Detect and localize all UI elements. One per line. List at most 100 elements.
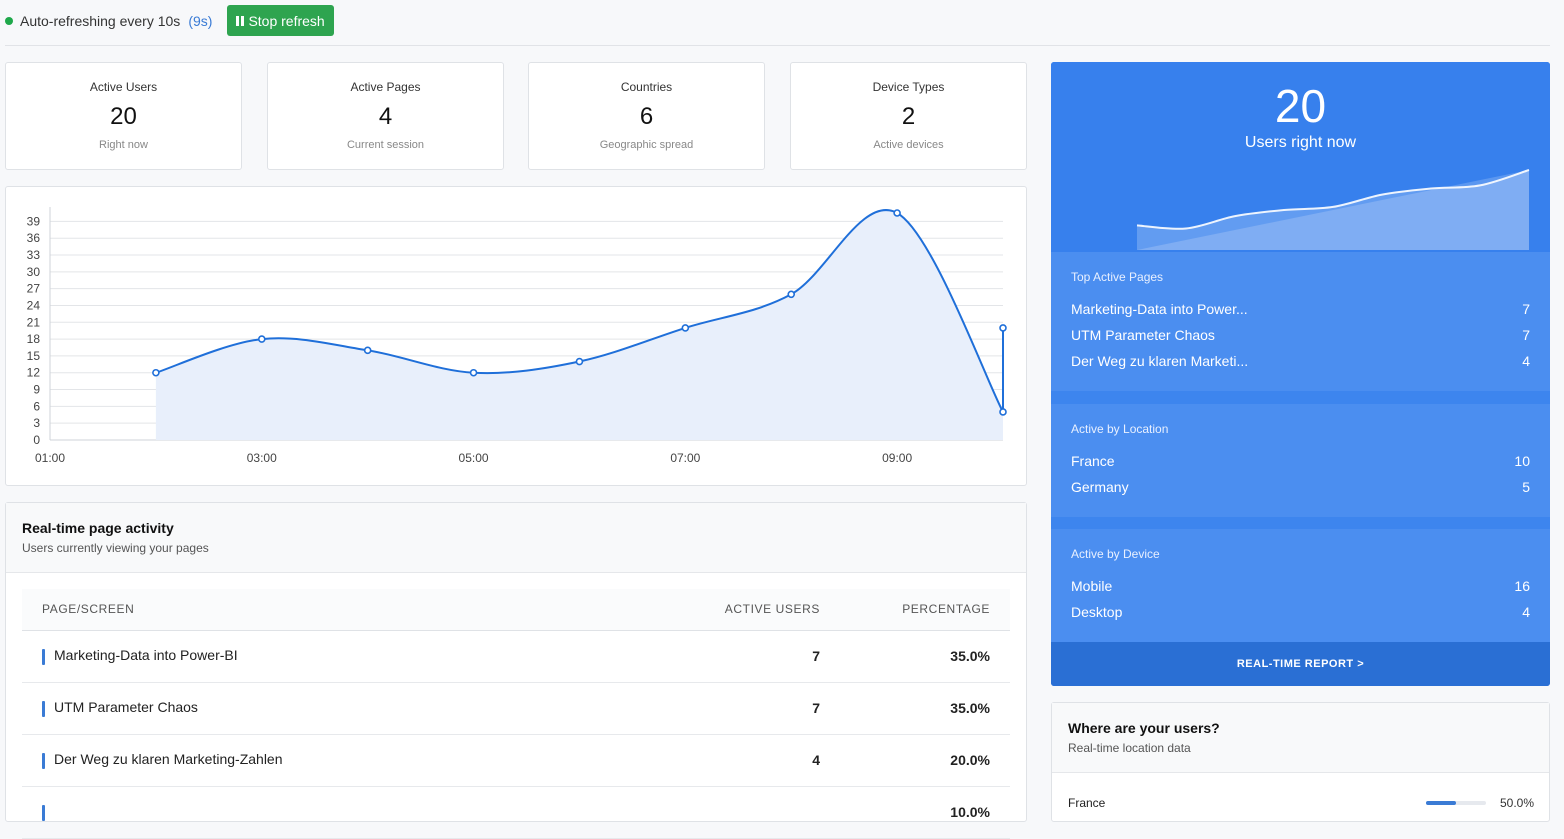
top-page-value: 4 [1522,353,1530,369]
data-point [363,346,372,355]
table-row[interactable]: 10.0% [22,786,1010,839]
realtime-user-count: 20 [1274,80,1327,132]
device-name: Desktop [1071,604,1123,620]
device-row[interactable]: Desktop 4 [1071,604,1530,630]
device-name: Mobile [1071,578,1113,594]
device-value: 4 [1522,604,1530,620]
realtime-panel: 20 Users right now Top Active Pages Mark… [1051,62,1550,686]
top-page-value: 7 [1522,301,1530,317]
percentage-cell: 10.0% [820,786,1010,839]
y-tick-label: 36 [27,231,41,245]
y-tick-label: 39 [27,214,41,228]
stat-sub: Current session [346,139,425,151]
stat-value: 20 [110,103,137,130]
active-by-location-section: Active by Location France 10 Germany 5 [1051,404,1550,517]
stat-value: 6 [639,103,654,130]
stat-label: Countries [620,80,673,94]
page-name: Der Weg zu klaren Marketing-Zahlen [54,751,283,768]
data-point [999,408,1007,416]
user-locations-header: Where are your users? Real-time location… [1052,703,1549,773]
top-page-name: Der Weg zu klaren Marketi... [1071,353,1249,369]
pause-icon [236,15,245,26]
active-users-cell: 7 [620,630,820,683]
user-locations-subtitle: Real-time location data [1068,741,1191,755]
percentage-cell: 35.0% [820,630,1010,683]
x-tick-label: 07:00 [670,451,700,465]
top-active-pages-title: Top Active Pages [1071,270,1164,284]
location-value: 5 [1522,479,1530,495]
x-tick-label: 01:00 [35,451,65,465]
column-header-active-users[interactable]: ACTIVE USERS [620,589,820,631]
top-active-pages-section: Top Active Pages Marketing-Data into Pow… [1051,252,1550,391]
location-progress-fill [1425,801,1456,805]
stop-refresh-button[interactable]: Stop refresh [227,5,334,36]
percentage-cell: 20.0% [820,734,1010,787]
location-progress-bar [1425,801,1486,805]
stat-value: 2 [901,103,916,130]
top-page-value: 7 [1522,327,1530,343]
refresh-bar: Auto-refreshing every 10s (9s) Stop refr… [5,5,1550,46]
row-marker [42,648,45,665]
page-activity-table: PAGE/SCREEN ACTIVE USERS PERCENTAGE Mark… [22,589,1010,839]
column-header-page[interactable]: PAGE/SCREEN [22,589,620,631]
location-name: Germany [1071,479,1129,495]
data-point [999,324,1007,332]
top-page-name: UTM Parameter Chaos [1071,327,1215,343]
location-row[interactable]: France 10 [1071,453,1530,479]
y-tick-label: 24 [27,298,41,312]
row-marker [42,804,45,821]
page-activity-title: Real-time page activity [22,520,174,536]
x-tick-label: 05:00 [459,451,489,465]
stat-label: Active Users [89,80,158,94]
page-name: Marketing-Data into Power-BI [54,647,238,664]
table-row[interactable]: Marketing-Data into Power-BI 7 35.0% [22,630,1010,683]
y-tick-label: 30 [27,265,41,279]
y-tick-label: 3 [33,416,40,430]
refresh-status: Auto-refreshing every 10s [20,12,181,29]
column-header-percentage[interactable]: PERCENTAGE [820,589,1010,631]
y-tick-label: 18 [27,332,41,346]
area-fill [155,209,1003,440]
device-value: 16 [1514,578,1530,594]
active-users-cell: 7 [620,682,820,735]
page-activity-subtitle: Users currently viewing your pages [22,541,209,555]
stat-sub: Active devices [873,139,944,151]
user-locations-card: Where are your users? Real-time location… [1051,702,1550,822]
data-point [893,209,901,217]
y-tick-label: 33 [27,248,41,262]
top-page-row[interactable]: Marketing-Data into Power... 7 [1071,301,1530,327]
top-page-row[interactable]: UTM Parameter Chaos 7 [1071,327,1530,353]
top-page-row[interactable]: Der Weg zu klaren Marketi... 4 [1071,353,1530,379]
table-row[interactable]: Der Weg zu klaren Marketing-Zahlen 4 20.… [22,734,1010,787]
data-point [152,368,160,377]
row-marker [42,752,45,769]
stat-value: 4 [378,103,393,130]
active-users-cell [620,786,820,839]
active-by-location-title: Active by Location [1071,422,1169,436]
y-tick-label: 12 [27,366,41,380]
device-row[interactable]: Mobile 16 [1071,578,1530,604]
location-value: 10 [1514,453,1530,469]
stat-card-device-types: Device Types 2 Active devices [790,62,1027,170]
y-tick-label: 0 [33,433,40,447]
row-marker [42,700,45,717]
realtime-hero: 20 Users right now [1051,62,1550,252]
page-activity-header: Real-time page activity Users currently … [6,503,1026,573]
refresh-countdown: (9s) [188,12,213,29]
data-point [469,368,478,377]
sparkline-area [1137,170,1529,250]
data-point [787,290,796,299]
stop-refresh-label: Stop refresh [248,12,325,29]
location-name: France [1071,453,1115,469]
x-tick-label: 09:00 [882,451,912,465]
y-tick-label: 9 [33,383,40,397]
page-name: UTM Parameter Chaos [54,699,198,716]
users-area-chart: 03691215182124273033363901:00 03:00 05:00 0… [27,207,1007,465]
stat-sub: Geographic spread [599,139,694,151]
location-row[interactable]: Germany 5 [1071,479,1530,505]
realtime-user-label: Users right now [1244,134,1357,151]
table-row[interactable]: UTM Parameter Chaos 7 35.0% [22,682,1010,735]
realtime-report-link[interactable]: REAL-TIME REPORT > [1051,642,1550,686]
stat-card-active-users: Active Users 20 Right now [5,62,242,170]
x-tick-label: 03:00 [247,451,277,465]
